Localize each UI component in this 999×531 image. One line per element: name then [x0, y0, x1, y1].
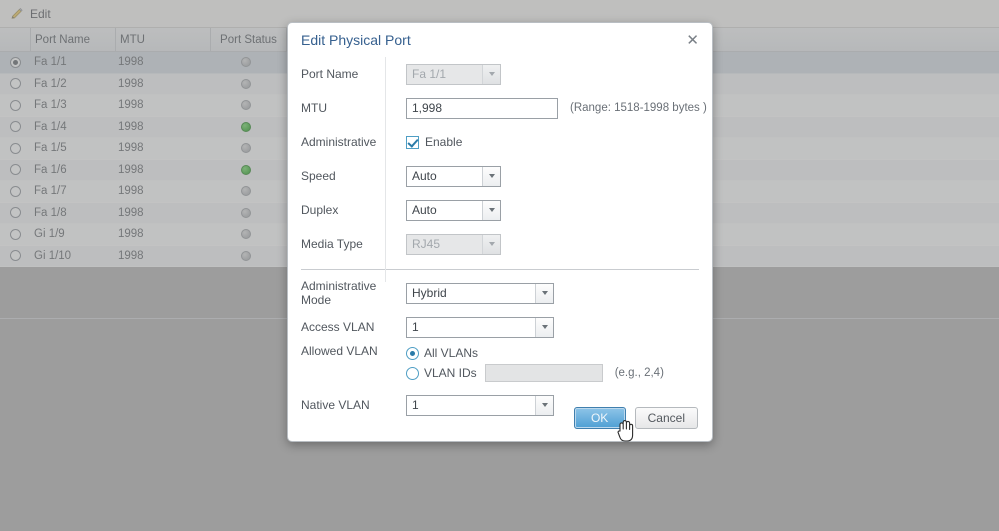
- field-row-port-name: Port Name Fa 1/1: [288, 57, 712, 91]
- field-row-duplex: Duplex Auto: [288, 193, 712, 227]
- media-type-value: RJ45: [412, 237, 441, 251]
- duplex-value: Auto: [412, 203, 437, 217]
- allowed-vlan-ids-label: VLAN IDs: [424, 366, 477, 380]
- mtu-control: (Range: 1518-1998 bytes ): [406, 97, 707, 119]
- media-type-control: RJ45: [406, 233, 501, 255]
- dialog-footer: OK Cancel: [573, 407, 698, 429]
- label-column-rule: [385, 57, 386, 282]
- edit-physical-port-dialog: Edit Physical Port ✕ Port Name Fa 1/1 MT…: [287, 22, 713, 442]
- chevron-down-icon: [482, 234, 500, 254]
- chevron-down-icon[interactable]: [535, 395, 553, 415]
- native-vlan-label: Native VLAN: [301, 398, 370, 412]
- native-vlan-select[interactable]: 1: [406, 394, 554, 416]
- field-row-speed: Speed Auto: [288, 159, 712, 193]
- field-row-administrative-mode: Administrative Mode Hybrid: [288, 276, 712, 310]
- ok-button[interactable]: OK: [573, 407, 626, 429]
- native-vlan-value: 1: [412, 398, 419, 412]
- cancel-button[interactable]: Cancel: [634, 407, 698, 429]
- speed-label: Speed: [301, 169, 336, 183]
- administrative-mode-select[interactable]: Hybrid: [406, 282, 554, 304]
- administrative-mode-label: Administrative Mode: [301, 279, 377, 307]
- field-row-administrative: Administrative Enable: [288, 125, 712, 159]
- allowed-vlan-ids-radio[interactable]: [406, 366, 419, 380]
- mtu-input[interactable]: [406, 97, 558, 119]
- administrative-control[interactable]: Enable: [406, 135, 462, 149]
- chevron-down-icon[interactable]: [482, 200, 500, 220]
- access-vlan-value: 1: [412, 320, 419, 334]
- allowed-vlan-ids-hint: (e.g., 2,4): [614, 367, 664, 379]
- allowed-vlan-all-radio[interactable]: [406, 346, 419, 360]
- media-type-label: Media Type: [301, 237, 363, 251]
- allowed-vlan-all-option[interactable]: All VLANs: [406, 346, 664, 360]
- access-vlan-select[interactable]: 1: [406, 316, 554, 338]
- dialog-body: Port Name Fa 1/1 MTU (Range: 1518-1998 b…: [288, 57, 712, 422]
- field-row-media-type: Media Type RJ45: [288, 227, 712, 261]
- allowed-vlan-label: Allowed VLAN: [301, 344, 378, 358]
- speed-value: Auto: [412, 169, 437, 183]
- speed-control: Auto: [406, 165, 501, 187]
- duplex-control: Auto: [406, 199, 501, 221]
- port-name-select: Fa 1/1: [406, 63, 501, 85]
- close-icon[interactable]: ✕: [683, 31, 702, 50]
- speed-select[interactable]: Auto: [406, 165, 501, 187]
- chevron-down-icon[interactable]: [535, 317, 553, 337]
- allowed-vlan-ids-option[interactable]: VLAN IDs (e.g., 2,4): [406, 364, 664, 382]
- port-name-control: Fa 1/1: [406, 63, 501, 85]
- duplex-label: Duplex: [301, 203, 339, 217]
- chevron-down-icon[interactable]: [535, 283, 553, 303]
- field-row-allowed-vlan: Allowed VLAN All VLANs VLAN IDs (e.g., 2…: [288, 344, 712, 388]
- port-name-label: Port Name: [301, 67, 359, 81]
- administrative-mode-control: Hybrid: [406, 282, 554, 304]
- administrative-enable-label: Enable: [425, 135, 463, 149]
- port-name-value: Fa 1/1: [412, 67, 447, 81]
- dialog-title: Edit Physical Port: [301, 32, 411, 48]
- duplex-select[interactable]: Auto: [406, 199, 501, 221]
- native-vlan-control: 1: [406, 394, 554, 416]
- chevron-down-icon: [482, 64, 500, 84]
- allowed-vlan-ids-input: [484, 364, 603, 382]
- section-divider: [301, 269, 699, 270]
- administrative-mode-value: Hybrid: [412, 286, 447, 300]
- media-type-select: RJ45: [406, 233, 501, 255]
- dialog-titlebar: Edit Physical Port ✕: [288, 23, 712, 57]
- access-vlan-control: 1: [406, 316, 554, 338]
- mtu-label: MTU: [301, 101, 327, 115]
- administrative-enable-checkbox[interactable]: [406, 135, 419, 149]
- allowed-vlan-all-label: All VLANs: [424, 346, 479, 360]
- mtu-range-hint: (Range: 1518-1998 bytes ): [570, 102, 707, 114]
- allowed-vlan-options: All VLANs VLAN IDs (e.g., 2,4): [406, 344, 664, 382]
- chevron-down-icon[interactable]: [482, 166, 500, 186]
- field-row-access-vlan: Access VLAN 1: [288, 310, 712, 344]
- access-vlan-label: Access VLAN: [301, 320, 375, 334]
- administrative-label: Administrative: [301, 135, 377, 149]
- field-row-mtu: MTU (Range: 1518-1998 bytes ): [288, 91, 712, 125]
